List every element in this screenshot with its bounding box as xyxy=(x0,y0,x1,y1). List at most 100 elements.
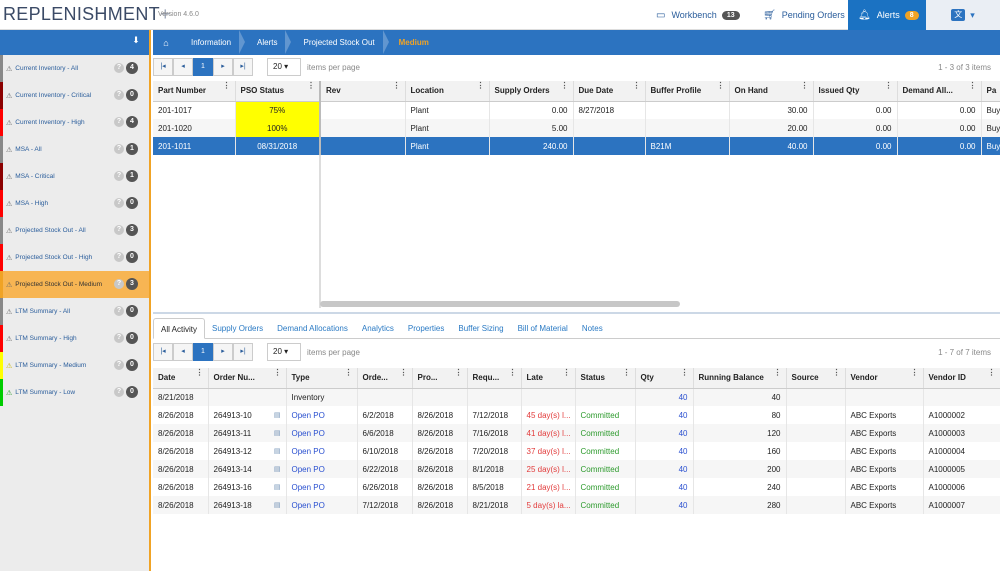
column-menu-icon[interactable]: ⋮ xyxy=(774,368,782,377)
table-row[interactable]: 8/26/2018 264913-14 ▤ Open PO 6/22/2018 8/26/… xyxy=(153,460,1000,478)
table-row[interactable]: 8/26/2018 264913-18 ▤ Open PO 7/12/2018 8/26/… xyxy=(153,496,1000,514)
sidebar-item[interactable]: ⚠ Projected Stock Out - All? 3 xyxy=(0,217,149,244)
column-menu-icon[interactable]: ⋮ xyxy=(561,81,569,90)
page-button[interactable]: 1 xyxy=(193,58,213,76)
sidebar-item[interactable]: ⚠ LTM Summary - Low? 0 xyxy=(0,379,149,406)
column-menu-icon[interactable]: ⋮ xyxy=(681,368,689,377)
next-page-button[interactable]: ▸ xyxy=(213,58,233,76)
table-row[interactable]: 8/26/2018 264913-10 ▤ Open PO 6/2/2018 8/26/2… xyxy=(153,406,1000,424)
column-header[interactable]: Pa xyxy=(981,81,1000,102)
column-header[interactable]: Late ⋮ xyxy=(521,368,576,389)
help-icon[interactable]: ? xyxy=(114,117,124,127)
column-menu-icon[interactable]: ⋮ xyxy=(307,81,315,90)
sidebar-item[interactable]: ⚠ LTM Summary - High? 0 xyxy=(0,325,149,352)
table-row[interactable]: 8/26/2018 264913-11 ▤ Open PO 6/6/2018 8/26/2… xyxy=(153,424,1000,442)
column-header[interactable]: Vendor ID ⋮ xyxy=(923,368,1000,389)
help-icon[interactable]: ? xyxy=(114,279,124,289)
sidebar-item[interactable]: ⚠ Current Inventory - High? 4 xyxy=(0,109,149,136)
column-menu-icon[interactable]: ⋮ xyxy=(393,81,401,90)
page-size-select[interactable]: 20 ▾ xyxy=(267,58,301,76)
sidebar-item[interactable]: ⚠ MSA - Critical? 1 xyxy=(0,163,149,190)
column-header[interactable]: Issued Qty ⋮ xyxy=(813,81,898,102)
breadcrumb-projected-stock-out[interactable]: Projected Stock Out xyxy=(291,30,389,54)
column-menu-icon[interactable]: ⋮ xyxy=(223,81,231,90)
page-button[interactable]: 1 xyxy=(193,343,213,361)
column-header[interactable]: Pro... ⋮ xyxy=(412,368,468,389)
details-icon[interactable]: ▤ xyxy=(274,501,281,509)
column-header[interactable]: Order Nu... ⋮ xyxy=(208,368,287,389)
sidebar-item[interactable]: ⚠ Current Inventory - All? 4 xyxy=(0,55,149,82)
help-icon[interactable]: ? xyxy=(114,63,124,73)
help-icon[interactable]: ? xyxy=(114,360,124,370)
column-header[interactable]: Running Balance ⋮ xyxy=(693,368,787,389)
last-page-button[interactable]: ▸| xyxy=(233,58,253,76)
prev-page-button[interactable]: ◂ xyxy=(173,58,193,76)
details-icon[interactable]: ▤ xyxy=(274,465,281,473)
column-menu-icon[interactable]: ⋮ xyxy=(988,368,996,377)
prev-page-button[interactable]: ◂ xyxy=(173,343,193,361)
column-header[interactable]: Orde... ⋮ xyxy=(357,368,413,389)
tab[interactable]: Supply Orders xyxy=(205,318,270,339)
first-page-button[interactable]: |◂ xyxy=(153,343,173,361)
table-row[interactable]: 8/21/2018 Inventory 40 40 xyxy=(153,388,1000,406)
sidebar-item[interactable]: ⚠ MSA - All? 1 xyxy=(0,136,149,163)
nav-workbench[interactable]: ▭ Workbench 13 xyxy=(656,0,740,30)
help-icon[interactable]: ? xyxy=(114,90,124,100)
column-menu-icon[interactable]: ⋮ xyxy=(345,368,353,377)
column-menu-icon[interactable]: ⋮ xyxy=(911,368,919,377)
next-page-button[interactable]: ▸ xyxy=(213,343,233,361)
tab[interactable]: Bill of Material xyxy=(511,318,575,339)
column-menu-icon[interactable]: ⋮ xyxy=(400,368,408,377)
download-icon[interactable]: ⬇ xyxy=(129,35,143,49)
tab[interactable]: Analytics xyxy=(355,318,401,339)
column-header[interactable]: Due Date ⋮ xyxy=(573,81,646,102)
help-icon[interactable]: ? xyxy=(114,198,124,208)
column-menu-icon[interactable]: ⋮ xyxy=(885,81,893,90)
details-icon[interactable]: ▤ xyxy=(274,429,281,437)
column-header[interactable]: Date ⋮ xyxy=(153,368,209,389)
column-header[interactable]: Supply Orders ⋮ xyxy=(489,81,574,102)
last-page-button[interactable]: ▸| xyxy=(233,343,253,361)
sidebar-item[interactable]: ⚠ Projected Stock Out - Medium? 3 xyxy=(0,271,149,298)
column-menu-icon[interactable]: ⋮ xyxy=(623,368,631,377)
sidebar-item[interactable]: ⚠ LTM Summary - All? 0 xyxy=(0,298,149,325)
details-icon[interactable]: ▤ xyxy=(274,411,281,419)
help-icon[interactable]: ? xyxy=(114,333,124,343)
column-header[interactable]: Part Number ⋮ xyxy=(153,81,236,102)
column-header[interactable]: Source ⋮ xyxy=(786,368,846,389)
details-icon[interactable]: ▤ xyxy=(274,483,281,491)
column-header[interactable]: Requ... ⋮ xyxy=(467,368,522,389)
table-row[interactable]: 201-1020 100% Plant 5.00 20.00 0.00 0.00 Buy xyxy=(153,119,1000,137)
column-header[interactable]: Status ⋮ xyxy=(575,368,636,389)
help-icon[interactable]: ? xyxy=(114,225,124,235)
nav-alerts[interactable]: 🔔︎ Alerts 8 xyxy=(848,0,926,30)
sidebar-item[interactable]: ⚠ MSA - High? 0 xyxy=(0,190,149,217)
column-header[interactable]: On Hand ⋮ xyxy=(729,81,814,102)
table-row[interactable]: 8/26/2018 264913-12 ▤ Open PO 6/10/2018 8/26/… xyxy=(153,442,1000,460)
details-icon[interactable]: ▤ xyxy=(274,447,281,455)
tab[interactable]: Notes xyxy=(575,318,610,339)
column-header[interactable]: PSO Status ⋮ xyxy=(235,81,321,102)
column-menu-icon[interactable]: ⋮ xyxy=(509,368,517,377)
sidebar-item[interactable]: ⚠ Current Inventory - Critical? 0 xyxy=(0,82,149,109)
sidebar-item[interactable]: ⚠ Projected Stock Out - High? 0 xyxy=(0,244,149,271)
help-icon[interactable]: ? xyxy=(114,144,124,154)
first-page-button[interactable]: |◂ xyxy=(153,58,173,76)
column-header[interactable]: Location ⋮ xyxy=(405,81,490,102)
column-header[interactable]: Type ⋮ xyxy=(286,368,358,389)
column-menu-icon[interactable]: ⋮ xyxy=(717,81,725,90)
column-menu-icon[interactable]: ⋮ xyxy=(274,368,282,377)
column-menu-icon[interactable]: ⋮ xyxy=(196,368,204,377)
column-menu-icon[interactable]: ⋮ xyxy=(455,368,463,377)
column-header[interactable]: Rev ⋮ xyxy=(320,81,406,102)
column-header[interactable]: Vendor ⋮ xyxy=(845,368,924,389)
help-icon[interactable]: ? xyxy=(114,171,124,181)
column-header[interactable]: Demand All... ⋮ xyxy=(897,81,982,102)
column-menu-icon[interactable]: ⋮ xyxy=(477,81,485,90)
column-menu-icon[interactable]: ⋮ xyxy=(833,368,841,377)
horizontal-scrollbar[interactable] xyxy=(320,301,680,307)
column-menu-icon[interactable]: ⋮ xyxy=(969,81,977,90)
table-row[interactable]: 201-1011 08/31/2018 Plant 240.00 B21M 40.00 0.… xyxy=(153,137,1000,155)
sidebar-item[interactable]: ⚠ LTM Summary - Medium? 0 xyxy=(0,352,149,379)
breadcrumb-information[interactable]: Information xyxy=(179,30,246,54)
